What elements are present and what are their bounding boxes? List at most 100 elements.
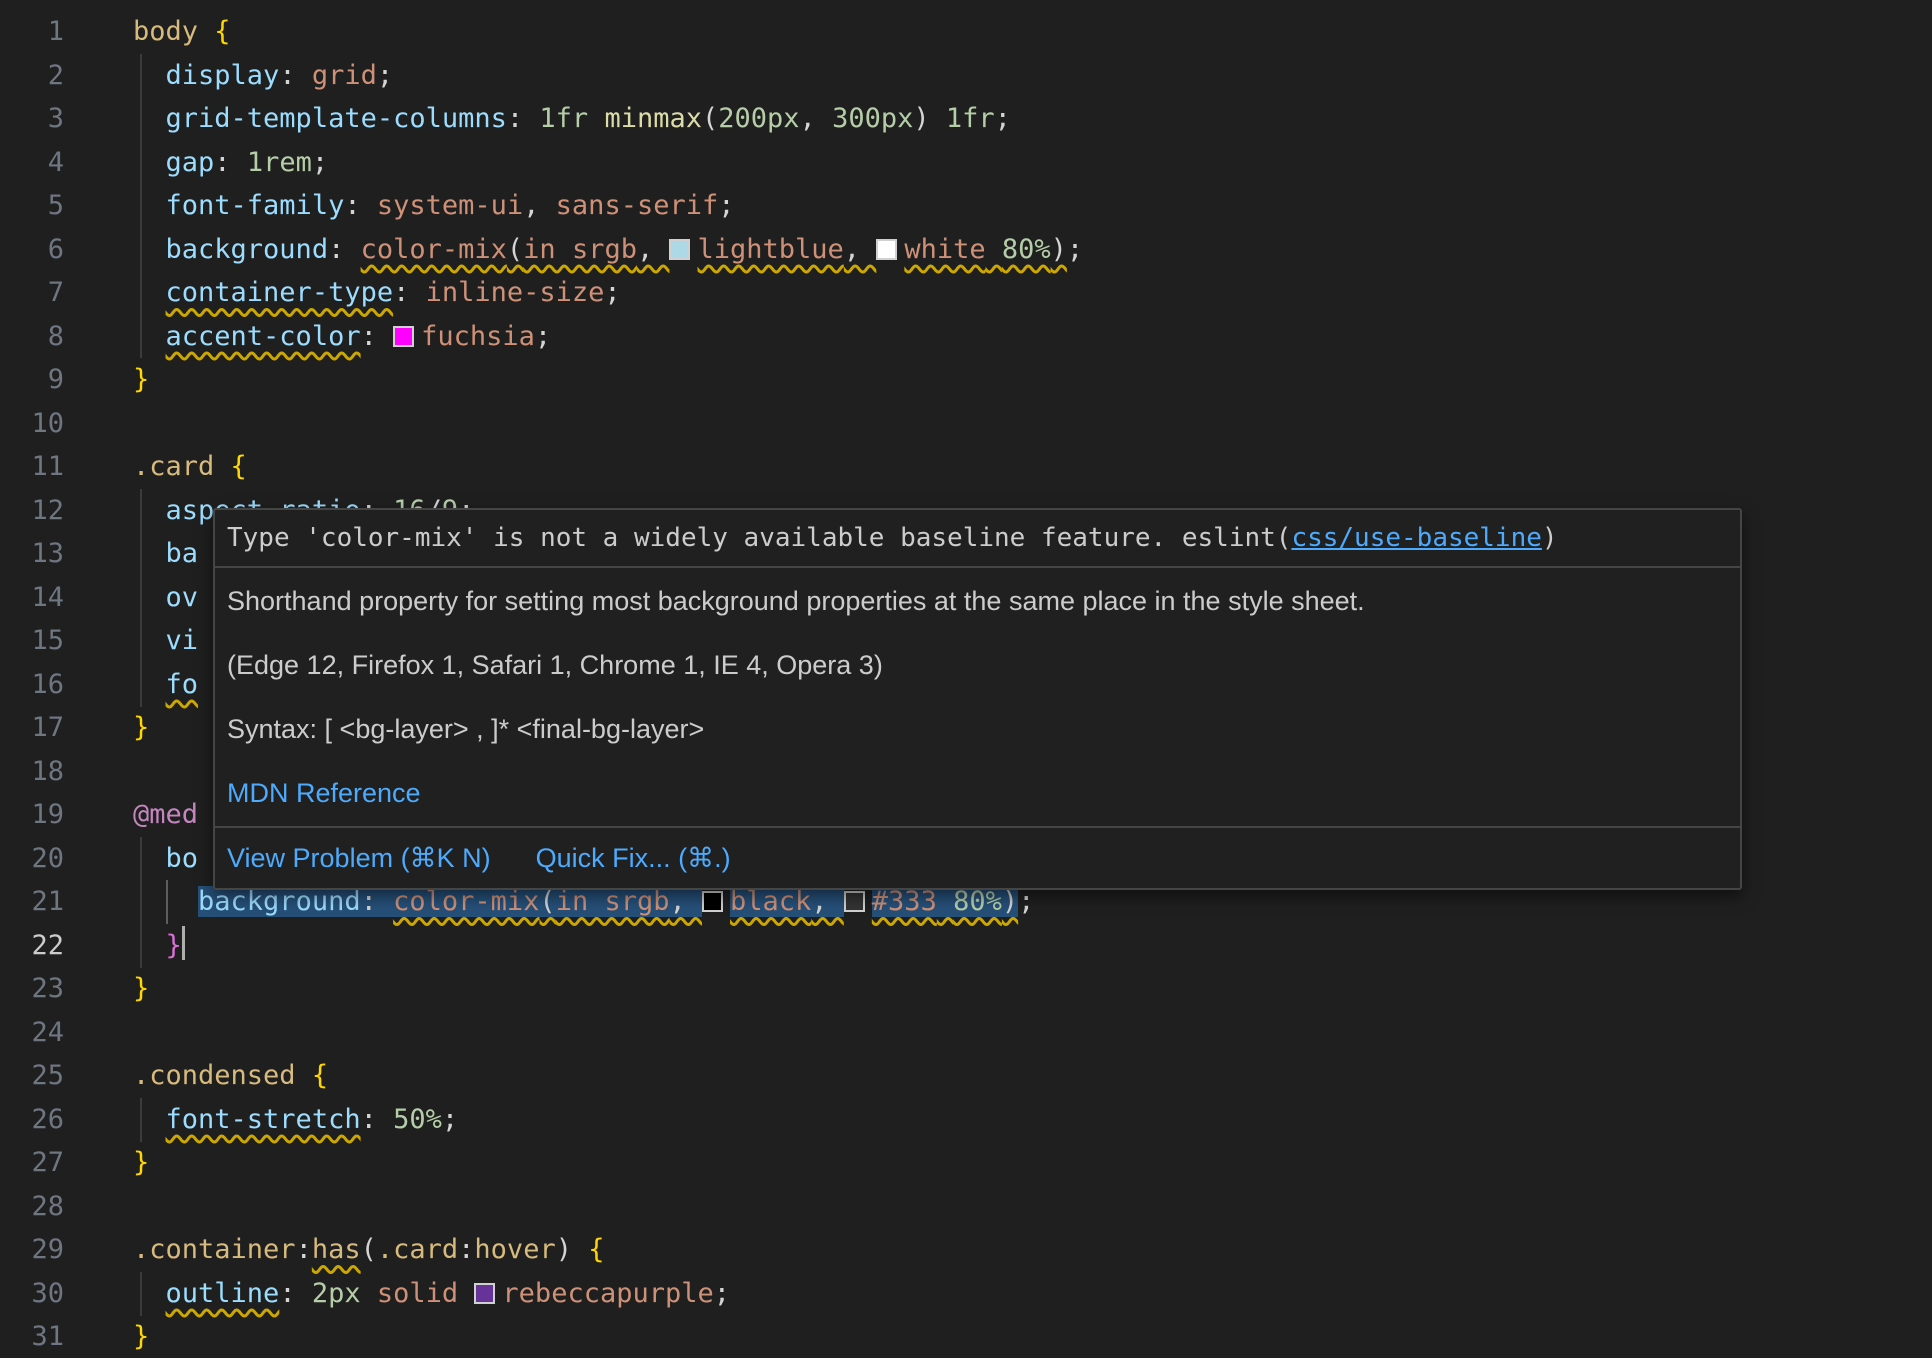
line-number[interactable]: 18 [0,750,64,794]
code-line[interactable]: 27} [0,1141,1932,1185]
code-text: vi [133,619,198,663]
code-text: } [133,358,149,402]
line-number[interactable]: 10 [0,402,64,446]
line-number[interactable]: 6 [0,228,64,272]
code-token: } [133,364,149,395]
code-line[interactable]: 10 [0,402,1932,446]
code-text: } [133,1141,149,1185]
code-line[interactable]: 5 font-family: system-ui, sans-serif; [0,184,1932,228]
code-token: .card [133,451,214,482]
code-line[interactable]: 1body { [0,10,1932,54]
code-token: font-family [166,190,345,221]
code-token [133,1104,166,1135]
code-token: { [312,1060,328,1091]
code-token: sans-serif [556,190,719,221]
line-number[interactable]: 24 [0,1011,64,1055]
code-token [133,234,166,265]
code-line[interactable]: 22 } [0,924,1932,968]
code-line[interactable]: 29.container:has(.card:hover) { [0,1228,1932,1272]
line-number[interactable]: 3 [0,97,64,141]
code-line[interactable]: 4 gap: 1rem; [0,141,1932,185]
code-token [133,886,198,917]
line-number[interactable]: 30 [0,1272,64,1316]
line-number[interactable]: 16 [0,663,64,707]
line-number[interactable]: 20 [0,837,64,881]
color-swatch[interactable] [876,239,897,260]
color-swatch[interactable] [669,239,690,260]
line-number[interactable]: 5 [0,184,64,228]
code-line[interactable]: 28 [0,1185,1932,1229]
line-number[interactable]: 25 [0,1054,64,1098]
code-line[interactable]: 31} [0,1315,1932,1358]
line-number[interactable]: 2 [0,54,64,98]
property-description: Shorthand property for setting most back… [227,584,1728,618]
code-token [214,451,230,482]
quick-fix-button[interactable]: Quick Fix... (⌘.) [536,841,731,875]
code-token: { [214,16,230,47]
code-line[interactable]: 25 .condensed { [0,1054,1932,1098]
hover-tooltip: Type 'color-mix' is not a widely availab… [213,508,1742,890]
code-token: 2px [312,1278,361,1309]
code-token: ov [166,582,199,613]
code-token: : [214,147,247,178]
line-number[interactable]: 29 [0,1228,64,1272]
line-number[interactable]: 9 [0,358,64,402]
line-number[interactable]: 21 [0,880,64,924]
color-swatch[interactable] [393,326,414,347]
line-number[interactable]: 11 [0,445,64,489]
code-token: : [279,60,312,91]
line-number[interactable]: 17 [0,706,64,750]
line-number[interactable]: 13 [0,532,64,576]
code-token [133,625,166,656]
code-token: bo [166,843,199,874]
mdn-reference-link[interactable]: MDN Reference [227,778,421,808]
line-number[interactable]: 7 [0,271,64,315]
code-token: accent-color [166,321,361,352]
code-token: rebeccapurple [502,1278,713,1309]
line-number[interactable]: 12 [0,489,64,533]
code-token [198,16,214,47]
code-line[interactable]: 7 container-type: inline-size; [0,271,1932,315]
color-swatch[interactable] [702,891,723,912]
line-number[interactable]: 19 [0,793,64,837]
code-token: ; [377,60,393,91]
code-line[interactable]: 6 background: color-mix(in srgb, lightbl… [0,228,1932,272]
view-problem-button[interactable]: View Problem (⌘K N) [227,841,491,875]
code-line[interactable]: 23} [0,967,1932,1011]
code-token: ; [1067,234,1083,265]
code-text: } [133,967,149,1011]
diagnostic-rule-link[interactable]: css/use-baseline [1291,523,1541,553]
code-token: 300px [832,103,913,134]
code-token: solid [377,1278,458,1309]
diagnostic-text: Type 'color-mix' is not a widely availab… [227,523,1182,553]
line-number[interactable]: 23 [0,967,64,1011]
line-number[interactable]: 26 [0,1098,64,1142]
code-token [133,538,166,569]
code-token [133,147,166,178]
line-number[interactable]: 8 [0,315,64,359]
line-number[interactable]: 22 [0,924,64,968]
code-line[interactable]: 30 outline: 2px solid rebeccapurple; [0,1272,1932,1316]
code-line[interactable]: 9} [0,358,1932,402]
line-number[interactable]: 15 [0,619,64,663]
code-line[interactable]: 3 grid-template-columns: 1fr minmax(200p… [0,97,1932,141]
code-token [133,277,166,308]
color-swatch[interactable] [844,891,865,912]
code-line[interactable]: 24 [0,1011,1932,1055]
line-number[interactable]: 28 [0,1185,64,1229]
code-text: .condensed { [133,1054,328,1098]
code-token [133,60,166,91]
code-line[interactable]: 8 accent-color: fuchsia; [0,315,1932,359]
code-line[interactable]: 2 display: grid; [0,54,1932,98]
code-text: font-stretch: 50%; [133,1098,458,1142]
code-line[interactable]: 11.card { [0,445,1932,489]
line-number[interactable]: 31 [0,1315,64,1358]
color-swatch[interactable] [474,1283,495,1304]
line-number[interactable]: 1 [0,10,64,54]
code-token: vi [166,625,199,656]
line-number[interactable]: 4 [0,141,64,185]
code-token: black [730,886,811,917]
line-number[interactable]: 14 [0,576,64,620]
code-line[interactable]: 26 font-stretch: 50%; [0,1098,1932,1142]
line-number[interactable]: 27 [0,1141,64,1185]
